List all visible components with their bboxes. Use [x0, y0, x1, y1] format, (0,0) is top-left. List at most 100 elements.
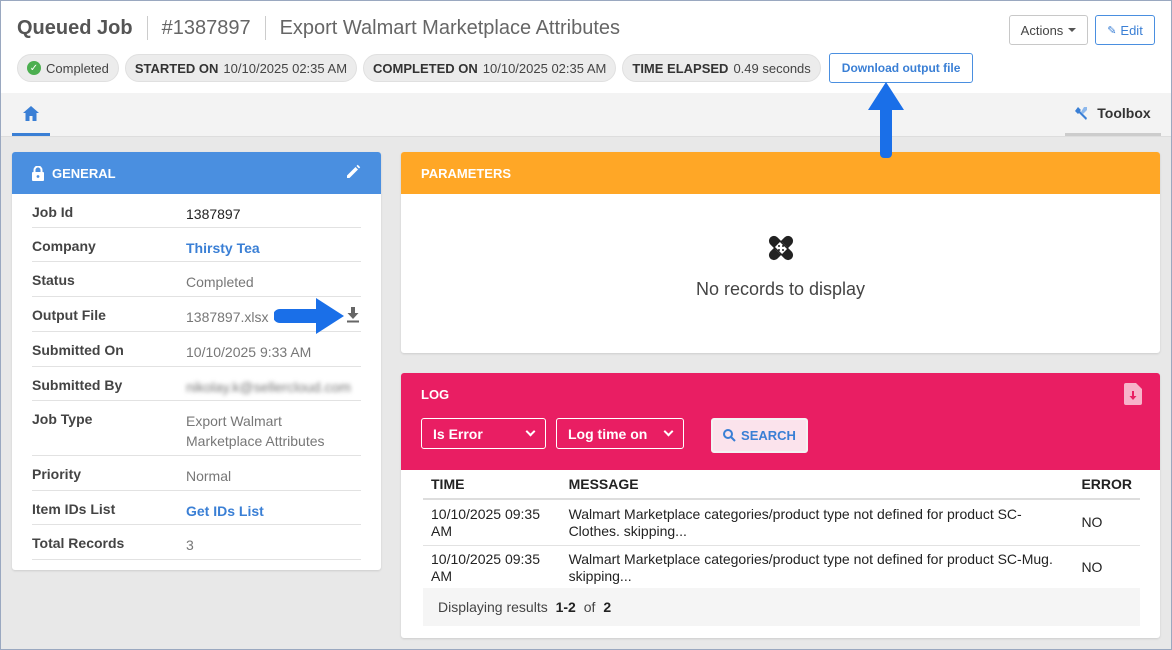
title-row: Queued Job #1387897 Export Walmart Marke… [17, 15, 620, 41]
check-circle-icon: ✓ [27, 61, 41, 75]
log-table: TIME MESSAGE ERROR 10/10/2025 09:35 AM W… [423, 473, 1140, 590]
parameters-panel: PARAMETERS No records to display [401, 152, 1160, 353]
job-number: #1387897 [161, 16, 251, 39]
started-on-label: STARTED ON [134, 60, 219, 76]
edit-general-icon[interactable] [345, 164, 361, 183]
parameters-title: PARAMETERS [421, 165, 512, 181]
status-badge: ✓ Completed [17, 54, 119, 82]
actions-button[interactable]: Actions [1009, 15, 1088, 45]
job-name: Export Walmart Marketplace Attributes [279, 16, 621, 39]
search-label: SEARCH [741, 428, 796, 443]
table-row: 10/10/2025 09:35 AM Walmart Marketplace … [423, 499, 1140, 546]
field-label: Job Id [32, 204, 74, 220]
field-label: Submitted On [32, 342, 124, 358]
log-header: LOG Is Error Log time on SEARCH [401, 373, 1160, 470]
row-item-ids-list: Item IDs List Get IDs List [32, 491, 361, 525]
time-elapsed-label: TIME ELAPSED [632, 60, 729, 76]
completed-on-label: COMPLETED ON [373, 60, 478, 76]
general-rows: Job Id 1387897 Company Thirsty Tea Statu… [12, 194, 381, 560]
is-error-filter[interactable]: Is Error [421, 418, 546, 449]
field-value: 1387897 [186, 206, 241, 222]
footer-range: 1-2 [555, 599, 576, 615]
row-status: Status Completed [32, 262, 361, 297]
field-label: Total Records [32, 535, 125, 551]
log-time-filter[interactable]: Log time on [556, 418, 684, 449]
edit-button[interactable]: ✎ Edit [1095, 15, 1155, 45]
field-label: Company [32, 238, 96, 254]
actions-label: Actions [1020, 22, 1064, 38]
field-value: 3 [186, 537, 194, 553]
tab-home[interactable] [12, 93, 50, 136]
row-job-id: Job Id 1387897 [32, 194, 361, 228]
tab-toolbox[interactable]: Toolbox [1065, 93, 1161, 136]
log-panel: LOG Is Error Log time on SEARCH TIME MES… [401, 373, 1160, 638]
row-job-type: Job Type Export Walmart Marketplace Attr… [32, 401, 361, 456]
caret-down-icon [1068, 28, 1077, 32]
row-priority: Priority Normal [32, 456, 361, 491]
row-submitted-by: Submitted By nikolay.k@sellercloud.com [32, 367, 361, 401]
field-label: Submitted By [32, 377, 123, 393]
field-label: Priority [32, 466, 82, 482]
column-time[interactable]: TIME [423, 473, 561, 500]
search-icon [723, 429, 736, 442]
arrow-up-annotation [868, 82, 904, 158]
log-time-cell: 10/10/2025 09:35 AM [423, 499, 561, 546]
company-link[interactable]: Thirsty Tea [186, 228, 361, 261]
get-ids-list-link[interactable]: Get IDs List [186, 491, 361, 524]
status-text: Completed [46, 60, 109, 76]
parameters-header: PARAMETERS [401, 152, 1160, 194]
table-row: 10/10/2025 09:35 AM Walmart Marketplace … [423, 545, 1140, 590]
field-value: 10/10/2025 9:33 AM [186, 344, 312, 360]
download-file-icon[interactable] [346, 307, 360, 328]
row-submitted-on: Submitted On 10/10/2025 9:33 AM [32, 332, 361, 367]
bandage-icon [768, 235, 793, 261]
pagination-footer: Displaying results 1-2 of 2 [423, 588, 1140, 626]
field-label: Output File [32, 307, 106, 323]
toolbox-label: Toolbox [1097, 105, 1151, 121]
lock-icon [32, 165, 44, 181]
toolbox-icon [1075, 106, 1088, 120]
title-divider [146, 16, 148, 40]
home-icon [23, 105, 39, 121]
submitted-by-email: nikolay.k@sellercloud.com [186, 379, 351, 395]
download-output-file-button[interactable]: Download output file [828, 53, 974, 83]
footer-total: 2 [603, 599, 612, 615]
tab-bar: Toolbox [1, 93, 1171, 137]
completed-on-chip: COMPLETED ON 10/10/2025 02:35 AM [363, 54, 617, 82]
general-panel: GENERAL Job Id 1387897 Company Thirsty T… [12, 152, 381, 570]
export-log-icon[interactable] [1124, 383, 1142, 410]
arrow-right-annotation [274, 298, 344, 334]
row-company: Company Thirsty Tea [32, 228, 361, 262]
log-table-header: TIME MESSAGE ERROR [423, 473, 1140, 500]
log-message-cell: Walmart Marketplace categories/product t… [560, 499, 1074, 546]
empty-state: No records to display [401, 194, 1160, 300]
field-label: Item IDs List [32, 501, 116, 517]
footer-of: of [583, 599, 596, 615]
field-value: Export Walmart Marketplace Attributes [186, 413, 325, 449]
field-label: Job Type [32, 411, 93, 427]
log-message-cell: Walmart Marketplace categories/product t… [560, 545, 1074, 590]
pencil-icon: ✎ [1107, 24, 1117, 37]
column-error[interactable]: ERROR [1073, 473, 1140, 500]
title-divider [264, 16, 266, 40]
general-title: GENERAL [52, 165, 116, 181]
started-on-chip: STARTED ON 10/10/2025 02:35 AM [124, 54, 358, 82]
log-time-cell: 10/10/2025 09:35 AM [423, 545, 561, 590]
status-chips: ✓ Completed STARTED ON 10/10/2025 02:35 … [17, 53, 974, 83]
chevron-down-icon [663, 426, 674, 437]
row-total-records: Total Records 3 [32, 525, 361, 560]
log-error-cell: NO [1073, 545, 1140, 590]
chevron-down-icon [525, 426, 536, 437]
time-elapsed-chip: TIME ELAPSED 0.49 seconds [622, 54, 821, 82]
log-title: LOG [421, 387, 450, 402]
column-message[interactable]: MESSAGE [560, 473, 1074, 500]
time-elapsed-value: 0.49 seconds [733, 60, 811, 76]
search-button[interactable]: SEARCH [711, 418, 808, 453]
page-header: Queued Job #1387897 Export Walmart Marke… [1, 1, 1171, 93]
is-error-label: Is Error [433, 425, 483, 442]
field-label: Status [32, 272, 75, 288]
completed-on-value: 10/10/2025 02:35 AM [482, 60, 607, 76]
started-on-value: 10/10/2025 02:35 AM [223, 60, 348, 76]
page-title: Queued Job [17, 16, 133, 39]
field-value: Normal [186, 468, 232, 484]
